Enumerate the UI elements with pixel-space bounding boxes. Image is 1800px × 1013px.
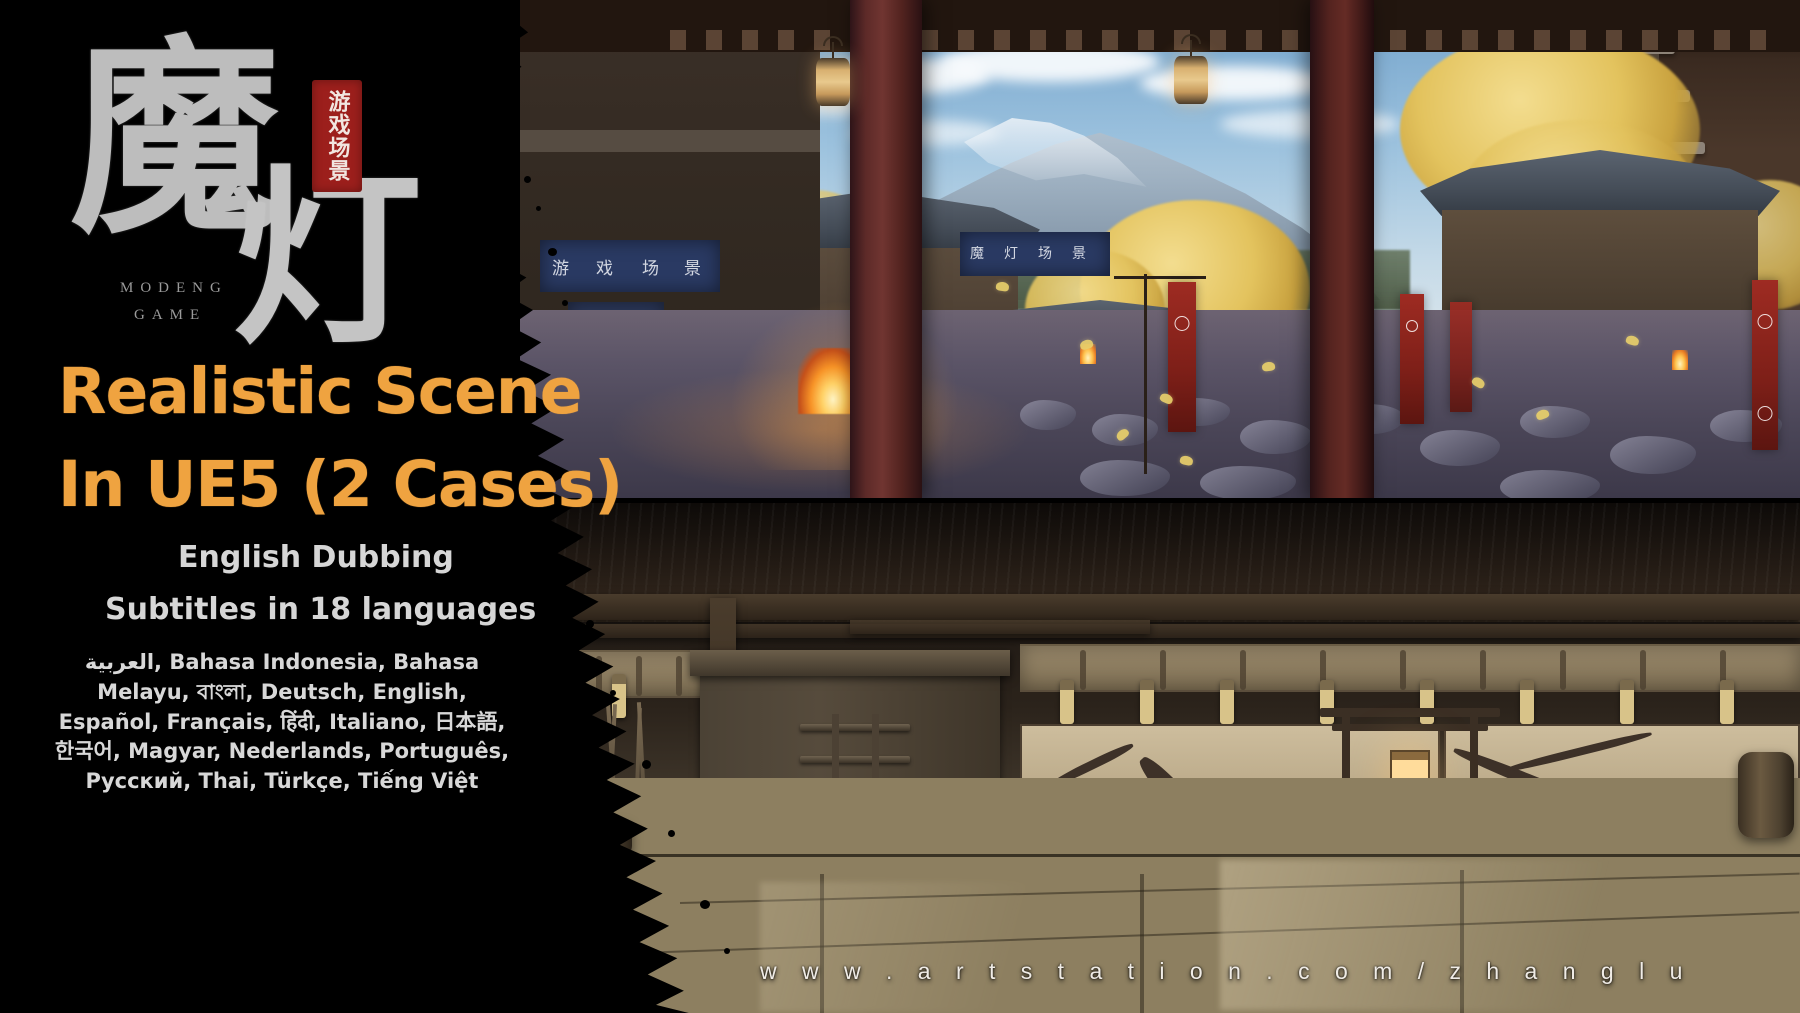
hanging-lantern	[1174, 56, 1208, 104]
ink-speckle	[700, 900, 710, 909]
shop-noren-banner: 魔 灯 场 景	[960, 232, 1110, 276]
red-banner	[1168, 282, 1196, 432]
ink-speckle	[642, 760, 651, 769]
ink-speckle	[724, 948, 730, 954]
tassel	[1520, 680, 1534, 724]
subtitle-count-label: Subtitles in 18 languages	[105, 592, 537, 627]
headline-line-1: Realistic Scene	[58, 355, 582, 428]
brand-name-line-1: MODENG	[120, 280, 228, 296]
headline-line-2: In UE5 (2 Cases)	[58, 448, 623, 521]
tassel	[1420, 680, 1434, 724]
ink-speckle	[668, 830, 675, 837]
tatami-seam	[1140, 874, 1144, 1013]
red-banner	[1450, 302, 1472, 412]
roof-eave	[520, 0, 1800, 52]
banner-crossbar	[1114, 276, 1206, 279]
barrel	[1738, 752, 1794, 838]
dubbing-label: English Dubbing	[178, 540, 454, 575]
torii-beam	[1332, 724, 1488, 731]
brand-logo: 魔 灯 游戏场景 MODENG GAME	[62, 22, 422, 354]
tassel	[1060, 680, 1074, 724]
hanging-lantern	[816, 58, 850, 106]
brand-name-line-2: GAME	[134, 307, 207, 323]
text-column: 魔 灯 游戏场景 MODENG GAME Realistic Scene In …	[0, 0, 640, 1013]
ceiling-beam	[850, 620, 1150, 634]
tatami-seam	[1460, 870, 1464, 1013]
top-scene-village: 游 戏 场 景 魔 灯 场 景	[520, 0, 1800, 500]
poster-root: 游 戏 场 景 魔 灯 场 景 魔 灯 游戏场景 MODENG GAME Rea…	[0, 0, 1800, 1013]
door-header	[690, 650, 1010, 676]
ramma-panel	[1020, 644, 1800, 692]
artstation-url[interactable]: w w w . a r t s t a t i o n . c o m / z …	[760, 958, 1692, 985]
bottom-scene-dojo	[520, 502, 1800, 1013]
panel-divider	[520, 498, 1800, 503]
red-pillar	[850, 0, 922, 500]
banner-pole	[1144, 274, 1147, 474]
red-banner	[1400, 294, 1424, 424]
stone	[1500, 470, 1600, 500]
floor-edge	[520, 854, 1800, 857]
language-list: العربية, Bahasa Indonesia, Bahasa Melayu…	[54, 650, 510, 794]
red-pillar	[1310, 0, 1374, 500]
logo-seal-text: 游戏场景	[324, 90, 351, 182]
falling-leaf	[1261, 361, 1276, 372]
torch-flame	[1672, 350, 1688, 370]
tassel	[1620, 680, 1634, 724]
tatami-seam	[820, 874, 824, 1013]
cloud	[1140, 66, 1330, 100]
tassel	[1140, 680, 1154, 724]
logo-character-deng: 灯	[232, 147, 423, 370]
logo-seal-stamp: 游戏场景	[312, 80, 362, 192]
tassel	[1720, 680, 1734, 724]
tassel	[1220, 680, 1234, 724]
red-banner	[1752, 280, 1778, 450]
tassel	[1320, 680, 1334, 724]
